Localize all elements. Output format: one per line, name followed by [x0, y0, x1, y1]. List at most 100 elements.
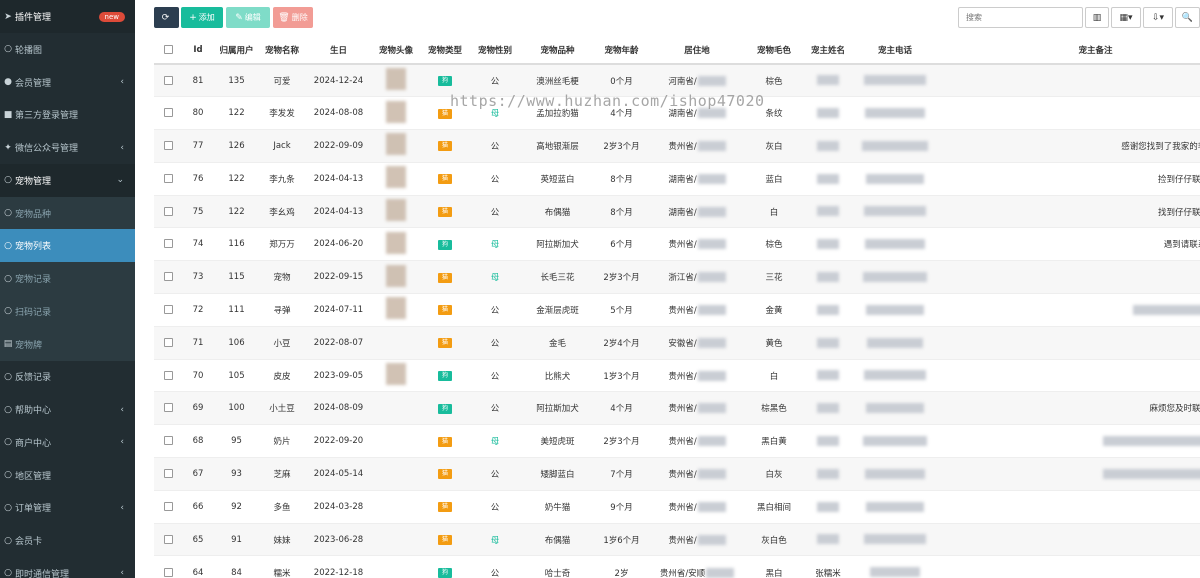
row-checkbox[interactable]: [163, 468, 173, 478]
row-checkbox[interactable]: [163, 337, 173, 347]
column-header[interactable]: 宠主电话: [854, 37, 936, 65]
row-select-cell[interactable]: [154, 358, 182, 392]
sidebar-item[interactable]: ○ 宠物品种: [0, 196, 135, 230]
edit-button[interactable]: ✎ 编辑: [226, 7, 270, 28]
table-row[interactable]: 6692多鱼2024-03-28猫公奶牛猫9个月贵州省/黑白相间谢谢好心人✎🗑: [154, 489, 1200, 524]
row-select-cell[interactable]: [154, 424, 182, 458]
row-checkbox[interactable]: [163, 567, 173, 577]
row-select-cell[interactable]: [154, 129, 182, 163]
column-header[interactable]: 宠物品种: [520, 37, 595, 65]
sidebar-item[interactable]: ○ 轮播图: [0, 33, 135, 66]
table-row[interactable]: 6895奶片2022-09-20猫母美短虎斑2岁3个月贵州省/黑白黄✎🗑: [154, 424, 1200, 458]
row-select-cell[interactable]: [154, 161, 182, 196]
pet-avatar[interactable]: [386, 363, 406, 386]
column-header[interactable]: 宠物性别: [470, 37, 520, 65]
pet-avatar[interactable]: [386, 100, 406, 123]
row-checkbox[interactable]: [163, 370, 173, 380]
sidebar-item[interactable]: ○ 宠物记录: [0, 262, 135, 295]
row-checkbox[interactable]: [163, 140, 173, 150]
sidebar-item[interactable]: ● 会员管理 ‹: [0, 66, 135, 99]
column-header[interactable]: 居住地: [648, 37, 746, 65]
pet-avatar[interactable]: [386, 199, 406, 222]
row-select-cell[interactable]: [154, 96, 182, 130]
sidebar-item[interactable]: ■ 第三方登录管理: [0, 98, 135, 131]
pet-avatar[interactable]: [386, 297, 406, 320]
avatar-cell: [372, 358, 420, 392]
column-header[interactable]: 宠物名称: [259, 37, 305, 65]
toggle-view-button[interactable]: ▥: [1085, 7, 1109, 28]
sidebar-item[interactable]: ➤ 插件管理 new: [0, 0, 135, 33]
row-checkbox[interactable]: [163, 173, 173, 183]
table-row[interactable]: 6793芝麻2024-05-14猫公矮脚蓝白7个月贵州省/白灰✎🗑: [154, 457, 1200, 491]
column-header[interactable]: 宠主姓名: [802, 37, 854, 65]
sidebar-item[interactable]: ○ 即时通信管理 ‹: [0, 557, 135, 578]
sidebar-item[interactable]: ▤ 宠物牌: [0, 327, 135, 361]
row-select-cell[interactable]: [154, 489, 182, 524]
refresh-button[interactable]: ⟳: [154, 7, 179, 28]
table-row[interactable]: 75122李幺鸡2024-04-13 猫 公布偶猫8个月 湖南省/白 找到仔仔联系我，有…: [154, 194, 1200, 228]
row-select-cell[interactable]: [154, 63, 182, 97]
column-header[interactable]: 宠物头像: [372, 37, 420, 65]
column-header[interactable]: 归属用户: [214, 37, 259, 65]
sidebar-item[interactable]: ○ 反馈记录: [0, 360, 135, 393]
column-header[interactable]: Id: [182, 37, 214, 65]
table-row[interactable]: 77 126 Jack 2022-09-09 猫 公高地银渐层 2岁3个月 贵州省/灰白 感谢您…: [154, 129, 1200, 163]
owner-name-cell: [802, 457, 854, 491]
pet-avatar[interactable]: [386, 231, 406, 254]
row-checkbox[interactable]: [163, 534, 173, 544]
export-button[interactable]: ⇩▾: [1143, 7, 1173, 28]
row-select-cell[interactable]: [154, 522, 182, 556]
pet-avatar[interactable]: [386, 68, 406, 91]
select-all-checkbox[interactable]: [163, 45, 173, 54]
sidebar-item[interactable]: ○ 宠物管理 ⌄: [0, 163, 135, 197]
sidebar-item[interactable]: ○ 会员卡: [0, 524, 135, 557]
row-checkbox[interactable]: [163, 206, 173, 216]
column-header[interactable]: 宠物毛色: [746, 37, 802, 65]
search-toggle-button[interactable]: 🔍: [1175, 7, 1200, 28]
row-select-cell[interactable]: [154, 260, 182, 294]
pet-avatar[interactable]: [386, 166, 406, 189]
table-row[interactable]: 73115宠物2022-09-15猫母长毛三花2岁3个月浙江省/三花回家吧✎🗑: [154, 260, 1200, 294]
table-row[interactable]: 6591妹妹2023-06-28猫母布偶猫1岁6个月贵州省/灰白色谢谢您✎🗑: [154, 522, 1200, 556]
row-select-cell[interactable]: [154, 555, 182, 578]
sidebar-item[interactable]: ○ 订单管理 ‹: [0, 491, 135, 524]
row-checkbox[interactable]: [163, 436, 173, 446]
row-select-cell[interactable]: [154, 457, 182, 491]
sidebar-item[interactable]: ✦ 微信公众号管理 ‹: [0, 131, 135, 164]
row-checkbox[interactable]: [163, 108, 173, 118]
delete-button[interactable]: 🗑 删除: [273, 7, 313, 28]
sidebar-item[interactable]: ○ 宠物列表: [0, 229, 135, 263]
row-checkbox[interactable]: [163, 75, 173, 85]
pet-avatar[interactable]: [386, 264, 406, 287]
table-row[interactable]: 71106小豆2022-08-07猫公金毛2岁4个月安徽省/黄色听话金毛✎🗑: [154, 325, 1200, 360]
table-row[interactable]: 74116郑万万2024-06-20 狗 母阿拉斯加犬6个月 贵州省/棕色 遇到请联系我…: [154, 227, 1200, 261]
search-input[interactable]: [958, 7, 1083, 28]
table-row[interactable]: 76122李九条2024-04-13 猫 公英短蓝白8个月 湖南省/蓝白 捡到仔仔联系我…: [154, 161, 1200, 196]
row-checkbox[interactable]: [163, 272, 173, 282]
column-header[interactable]: 宠主备注: [936, 37, 1200, 65]
column-header[interactable]: 宠物类型: [420, 37, 470, 65]
row-select-cell[interactable]: [154, 293, 182, 327]
row-select-cell[interactable]: [154, 391, 182, 425]
column-header[interactable]: 宠物年龄: [595, 37, 648, 65]
table-row[interactable]: 69 100 小土豆 2024-08-09 狗 公阿拉斯加犬 4个月 贵州省/棕黑色 麻烦您及时…: [154, 391, 1200, 425]
table-row[interactable]: 72111寻弹2024-07-11猫公金渐层虎斑5个月贵州省/金黄✎🗑: [154, 293, 1200, 327]
row-checkbox[interactable]: [163, 501, 173, 511]
row-select-cell[interactable]: [154, 325, 182, 360]
select-all-header[interactable]: [154, 37, 182, 65]
pet-avatar[interactable]: [386, 133, 406, 156]
sidebar-item[interactable]: ○ 帮助中心 ‹: [0, 393, 135, 426]
table-row[interactable]: 6484糯米2022-12-18狗公哈士奇2岁贵州省/安顺黑白张糯米谢谢✎🗑: [154, 555, 1200, 578]
add-button[interactable]: + 添加: [181, 7, 223, 28]
row-select-cell[interactable]: [154, 227, 182, 261]
row-checkbox[interactable]: [163, 403, 173, 413]
row-select-cell[interactable]: [154, 194, 182, 228]
sidebar-item[interactable]: ○ 扫码记录: [0, 294, 135, 328]
table-row[interactable]: 70105皮皮2023-09-05狗公比熊犬1岁3个月贵州省/白好✎🗑: [154, 358, 1200, 392]
column-header[interactable]: 生日: [305, 37, 372, 65]
sidebar-item[interactable]: ○ 商户中心 ‹: [0, 426, 135, 459]
row-checkbox[interactable]: [163, 304, 173, 314]
columns-button[interactable]: ▦▾: [1111, 7, 1141, 28]
row-checkbox[interactable]: [163, 239, 173, 249]
sidebar-item[interactable]: ○ 地区管理: [0, 459, 135, 492]
